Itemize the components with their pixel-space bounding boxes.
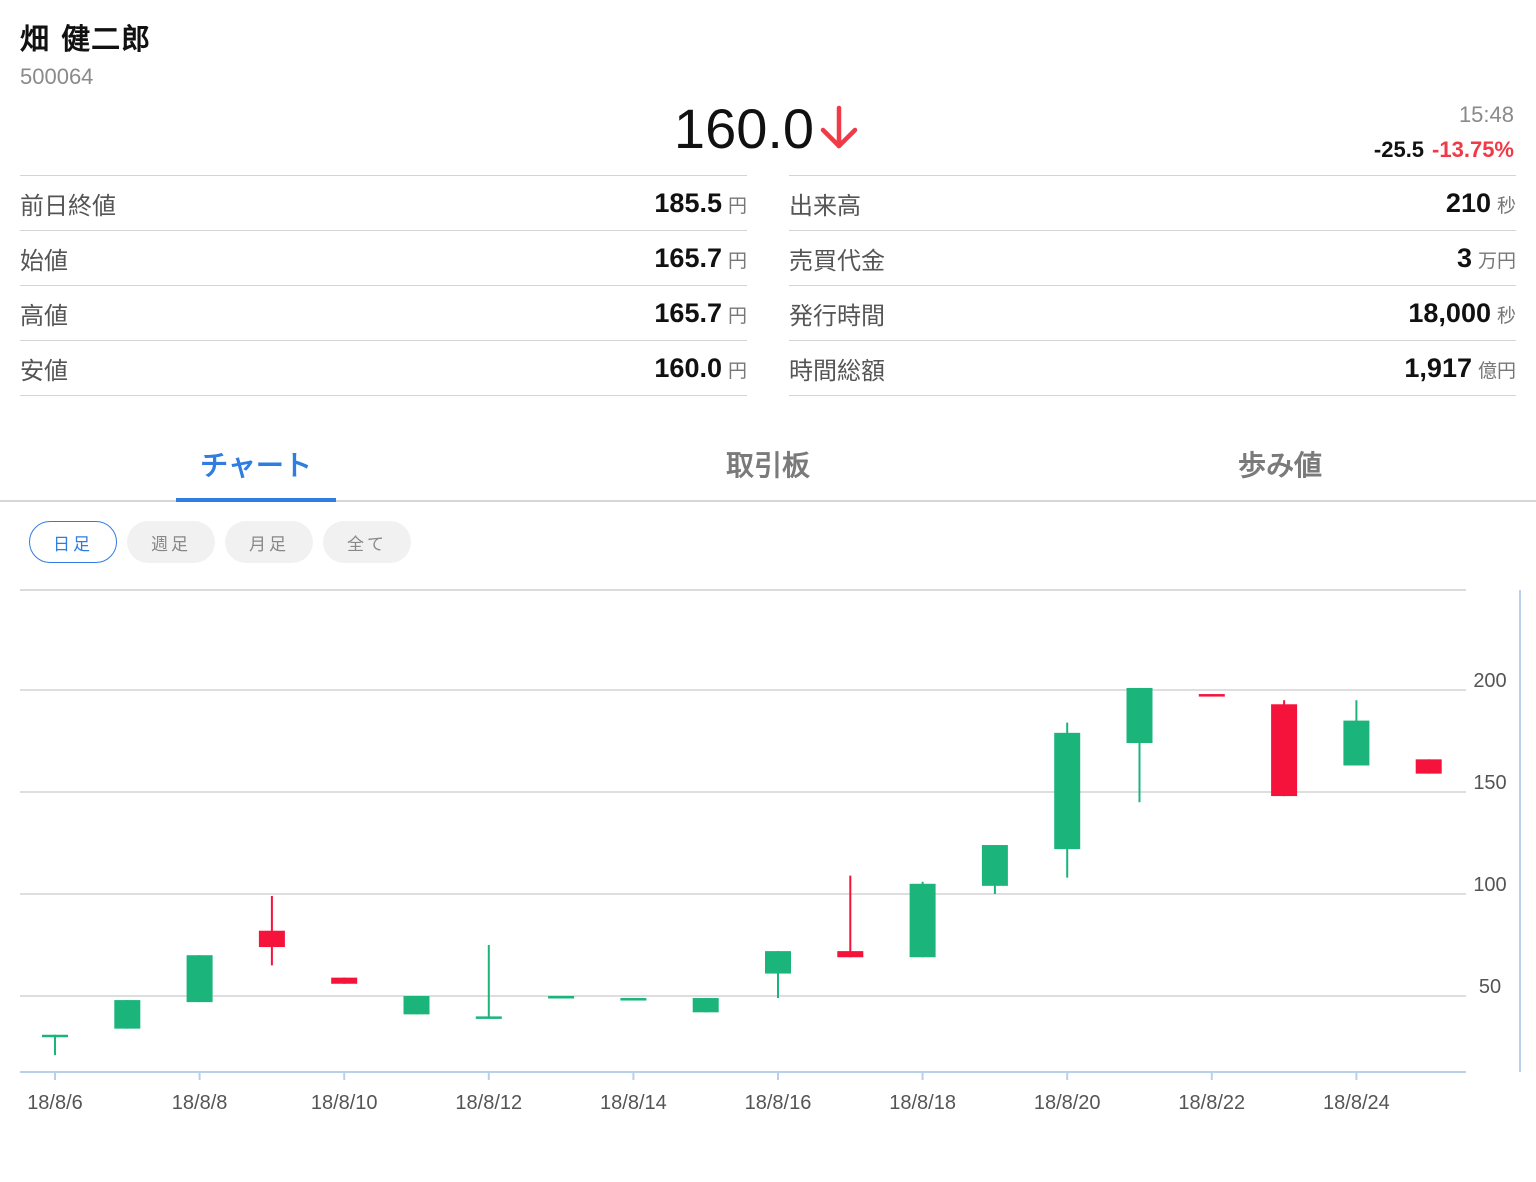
period-monthly-button[interactable]: 月足 — [225, 521, 313, 563]
candle-body — [331, 977, 358, 984]
tab-time-and-sales[interactable]: 歩み値 — [1200, 430, 1360, 498]
candle-body — [258, 930, 285, 948]
tab-bar: チャート 取引板 歩み値 — [0, 430, 1536, 502]
stat-value: 185.5 — [654, 187, 722, 218]
stats-right: 出来高 210 秒 売買代金 3 万円 発行時間 18,000 秒 時間総額 1,917 億円 — [789, 175, 1516, 396]
stat-row: 始値 165.7 円 — [20, 230, 747, 285]
stat-row: 出来高 210 秒 — [789, 175, 1516, 230]
candle-body — [1054, 732, 1081, 850]
stat-label: 始値 — [20, 246, 68, 275]
x-tick-label: 18/8/18 — [889, 1092, 956, 1114]
candle-body — [1126, 687, 1153, 744]
change-abs: -25.5 — [1373, 137, 1425, 162]
stat-value: 165.7 — [654, 297, 722, 328]
stock-name: 畑 健二郎 — [20, 22, 152, 56]
candle-body — [42, 1034, 68, 1038]
period-daily-button[interactable]: 日足 — [29, 521, 117, 563]
stat-row: 時間総額 1,917 億円 — [789, 340, 1516, 396]
stat-label: 高値 — [20, 301, 68, 330]
tab-chart[interactable]: チャート — [176, 430, 336, 498]
tab-order-book[interactable]: 取引板 — [688, 430, 848, 498]
stat-unit: 万円 — [1477, 249, 1516, 272]
price-change: -25.5 -13.75% — [1374, 137, 1514, 163]
stat-unit: 円 — [727, 304, 747, 327]
stat-unit: 秒 — [1496, 194, 1516, 217]
candle-body — [1343, 720, 1370, 766]
stats-left: 前日終値 185.5 円 始値 165.7 円 高値 165.7 円 安値 160.0 円 — [20, 175, 747, 396]
stat-label: 売買代金 — [789, 246, 885, 275]
stat-row: 発行時間 18,000 秒 — [789, 285, 1516, 340]
candle-body — [909, 883, 936, 958]
candle-body — [186, 955, 213, 1003]
stat-value: 1,917 — [1404, 352, 1472, 383]
stat-unit: 円 — [727, 249, 747, 272]
candle-body — [1415, 759, 1442, 774]
period-all-button[interactable]: 全て — [323, 521, 411, 563]
stat-unit: 秒 — [1496, 304, 1516, 327]
x-tick-label: 18/8/6 — [27, 1092, 83, 1114]
candle-body — [981, 845, 1008, 886]
stat-value: 160.0 — [654, 352, 722, 383]
stat-value: 210 — [1445, 187, 1491, 218]
candle-body — [837, 951, 864, 958]
x-tick-label: 18/8/8 — [172, 1092, 228, 1114]
candle-body — [1198, 694, 1225, 697]
x-tick-label: 18/8/24 — [1323, 1092, 1390, 1114]
stat-row: 安値 160.0 円 — [20, 340, 747, 396]
stat-unit: 億円 — [1477, 359, 1516, 382]
stat-label: 出来高 — [789, 191, 861, 220]
candle-body — [114, 1000, 141, 1029]
candle-body — [548, 996, 575, 999]
stock-code: 500064 — [20, 64, 94, 89]
stat-value: 165.7 — [654, 242, 722, 273]
y-tick-label: 50 — [1479, 976, 1501, 998]
period-selector: 日足 週足 月足 全て — [29, 521, 411, 563]
stat-label: 時間総額 — [789, 356, 885, 385]
x-tick-label: 18/8/22 — [1178, 1092, 1245, 1114]
stat-unit: 円 — [727, 359, 747, 382]
current-price: 160.0 — [673, 97, 815, 160]
candle-body — [1271, 704, 1298, 797]
candlestick-chart: 50 100 150 200 18/8/6 18/8/8 18/8/10 18/8/12 18/… — [20, 589, 1521, 1114]
stat-row: 前日終値 185.5 円 — [20, 175, 747, 230]
down-arrow-icon — [816, 102, 862, 156]
candle-body — [403, 996, 430, 1015]
candle-body — [475, 1016, 502, 1019]
stat-unit: 円 — [727, 194, 747, 217]
x-tick-label: 18/8/12 — [455, 1092, 522, 1114]
candle-body — [692, 998, 719, 1013]
y-tick-label: 100 — [1473, 874, 1506, 896]
stat-label: 安値 — [20, 356, 68, 385]
stat-value: 3 — [1456, 242, 1472, 273]
period-weekly-button[interactable]: 週足 — [127, 521, 215, 563]
active-tab-indicator — [176, 498, 336, 502]
x-tick-label: 18/8/10 — [311, 1092, 378, 1114]
stat-label: 前日終値 — [20, 191, 116, 220]
stat-value: 18,000 — [1408, 297, 1491, 328]
price-time: 15:48 — [1458, 102, 1514, 127]
stat-label: 発行時間 — [789, 301, 885, 330]
stat-row: 売買代金 3 万円 — [789, 230, 1516, 285]
x-tick-label: 18/8/14 — [600, 1092, 667, 1114]
change-pct: -13.75% — [1432, 137, 1514, 162]
candle-body — [620, 998, 647, 1001]
x-tick-label: 18/8/20 — [1034, 1092, 1101, 1114]
y-tick-label: 200 — [1473, 670, 1506, 692]
stat-row: 高値 165.7 円 — [20, 285, 747, 340]
candle-body — [765, 951, 791, 974]
x-tick-label: 18/8/16 — [745, 1092, 812, 1114]
current-price-block: 160.0 — [0, 96, 1536, 161]
y-tick-label: 150 — [1473, 772, 1506, 794]
